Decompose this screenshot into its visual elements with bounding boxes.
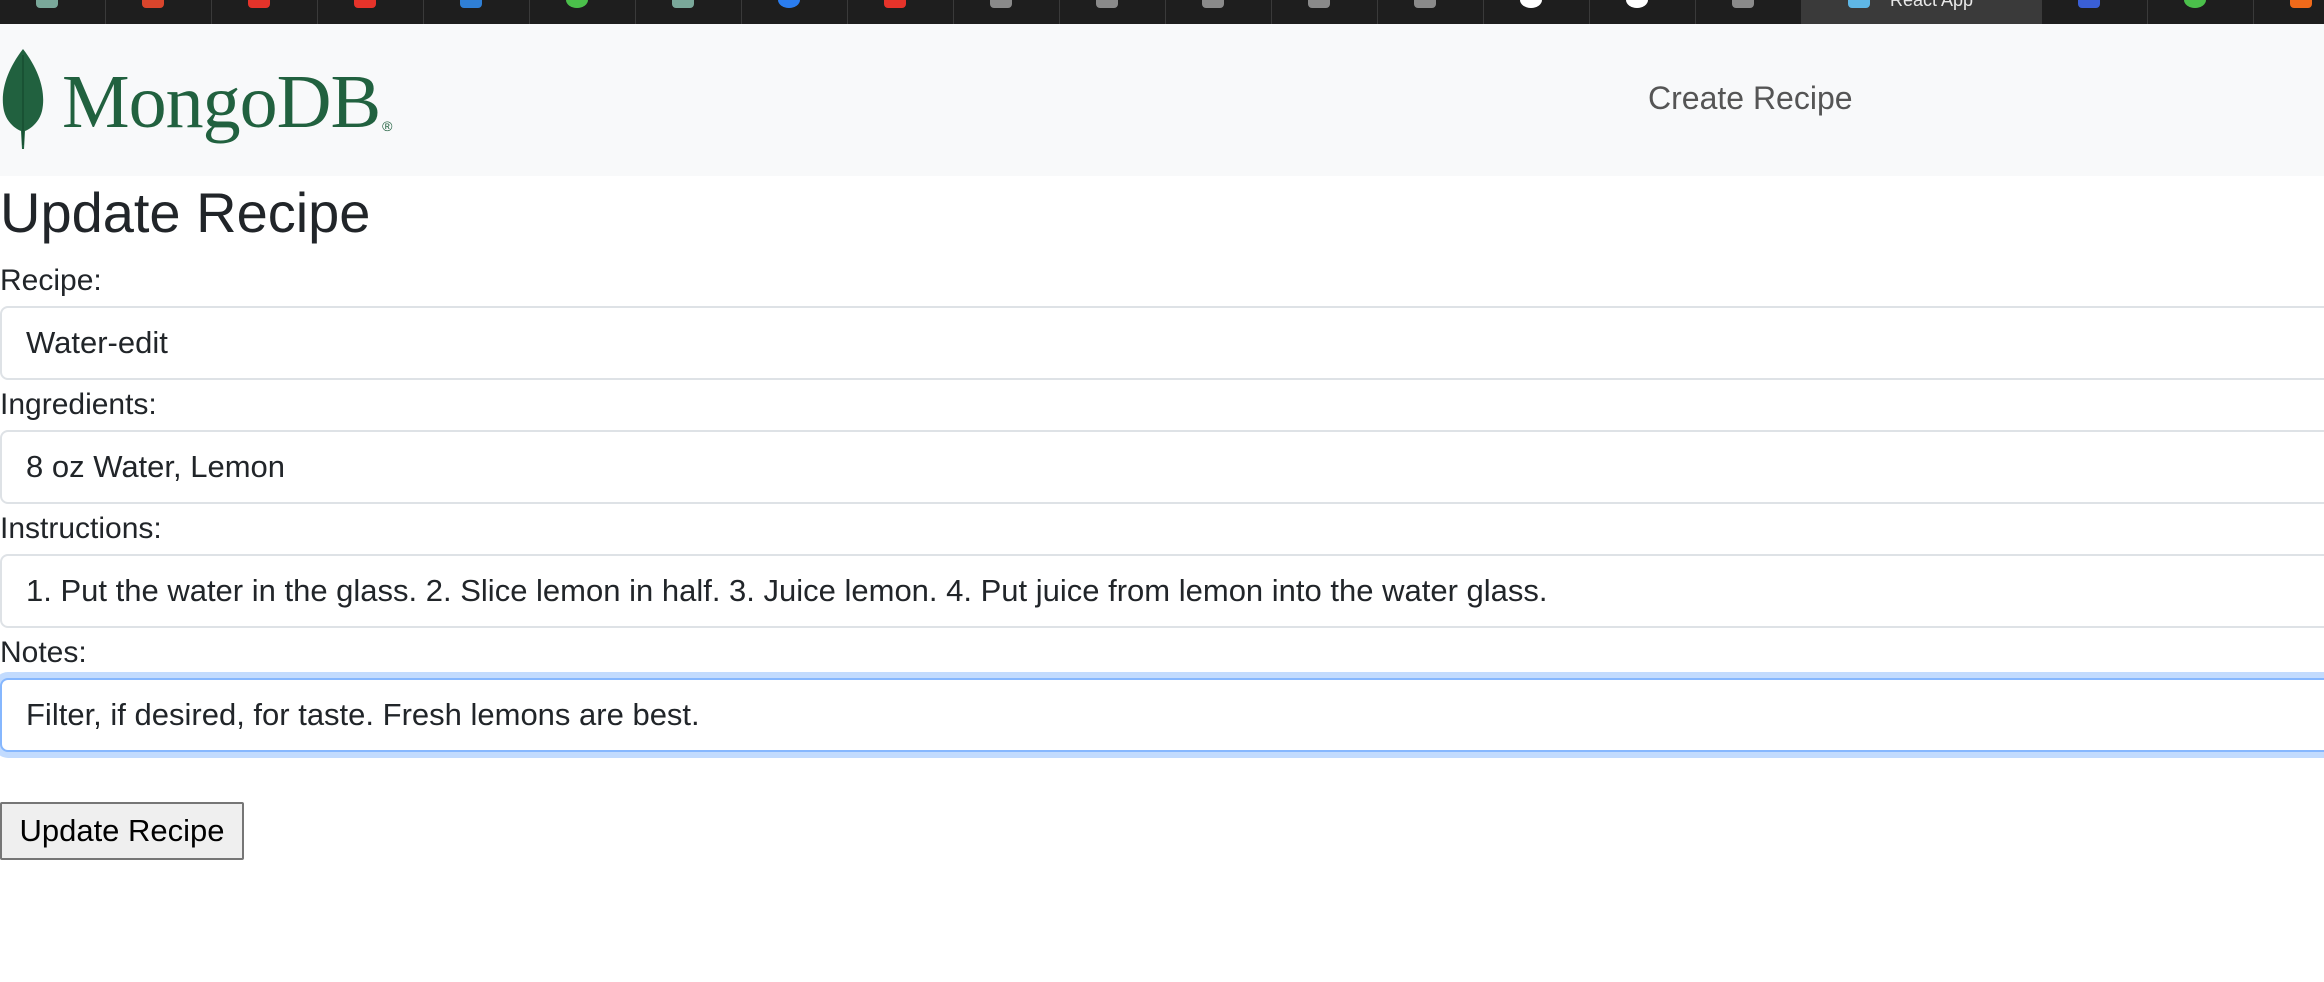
github-icon [1626,0,1648,8]
instructions-input[interactable] [0,554,2324,628]
notes-input[interactable] [0,678,2324,752]
browser-tab[interactable] [318,0,424,24]
browser-tab[interactable] [1272,0,1378,24]
browser-tab[interactable] [2148,0,2254,24]
ingredients-label: Ingredients: [0,388,157,421]
brand-logo[interactable]: MongoDB ® [0,44,392,154]
ingredients-input[interactable] [0,430,2324,504]
link-icon [142,0,164,8]
browser-tab[interactable] [212,0,318,24]
red-app-icon [884,0,906,8]
green-circle-icon [566,0,588,8]
recipe-input[interactable] [0,306,2324,380]
browser-tab[interactable] [424,0,530,24]
browser-icon [778,0,800,8]
browser-tab-active[interactable]: React App [1802,0,2042,24]
navbar: MongoDB ® Create Recipe [0,24,2324,176]
recipe-label: Recipe: [0,264,102,297]
blue-app-icon [2078,0,2100,8]
browser-tab[interactable] [106,0,212,24]
grey-app-icon [1732,0,1754,8]
browser-tab[interactable] [1166,0,1272,24]
browser-tab[interactable] [1590,0,1696,24]
grey-app-icon [1096,0,1118,8]
browser-tab[interactable] [1696,0,1802,24]
browser-tab[interactable] [0,0,106,24]
browser-tab[interactable] [530,0,636,24]
browser-tab-strip: React App [0,0,2324,24]
browser-tab[interactable] [1484,0,1590,24]
browser-tab[interactable] [848,0,954,24]
create-recipe-link[interactable]: Create Recipe [1648,80,1853,117]
react-icon [1848,0,1870,8]
grey-app-icon [1308,0,1330,8]
mongodb-leaf-icon [2,49,44,149]
browser-tab[interactable] [2042,0,2148,24]
browser-tab[interactable] [742,0,848,24]
green-circle-icon [2184,0,2206,8]
brand-name: MongoDB [62,60,381,144]
active-tab-label: React App [1890,0,1974,10]
grey-app-icon [1414,0,1436,8]
update-recipe-button[interactable]: Update Recipe [0,802,244,860]
grey-app-icon [1202,0,1224,8]
registered-mark: ® [382,118,393,134]
openai-icon [672,0,694,8]
red-app-icon [354,0,376,8]
grey-app-icon [990,0,1012,8]
orange-app-icon [2290,0,2312,8]
browser-tab[interactable] [1060,0,1166,24]
red-app-icon [248,0,270,8]
instructions-label: Instructions: [0,512,162,545]
blue-app-icon [460,0,482,8]
github-icon [1520,0,1542,8]
page-title: Update Recipe [0,181,371,244]
browser-tab[interactable] [954,0,1060,24]
browser-tab[interactable] [636,0,742,24]
browser-tab[interactable] [1378,0,1484,24]
notes-label: Notes: [0,636,87,669]
browser-tab[interactable] [2254,0,2324,24]
openai-icon [36,0,58,8]
